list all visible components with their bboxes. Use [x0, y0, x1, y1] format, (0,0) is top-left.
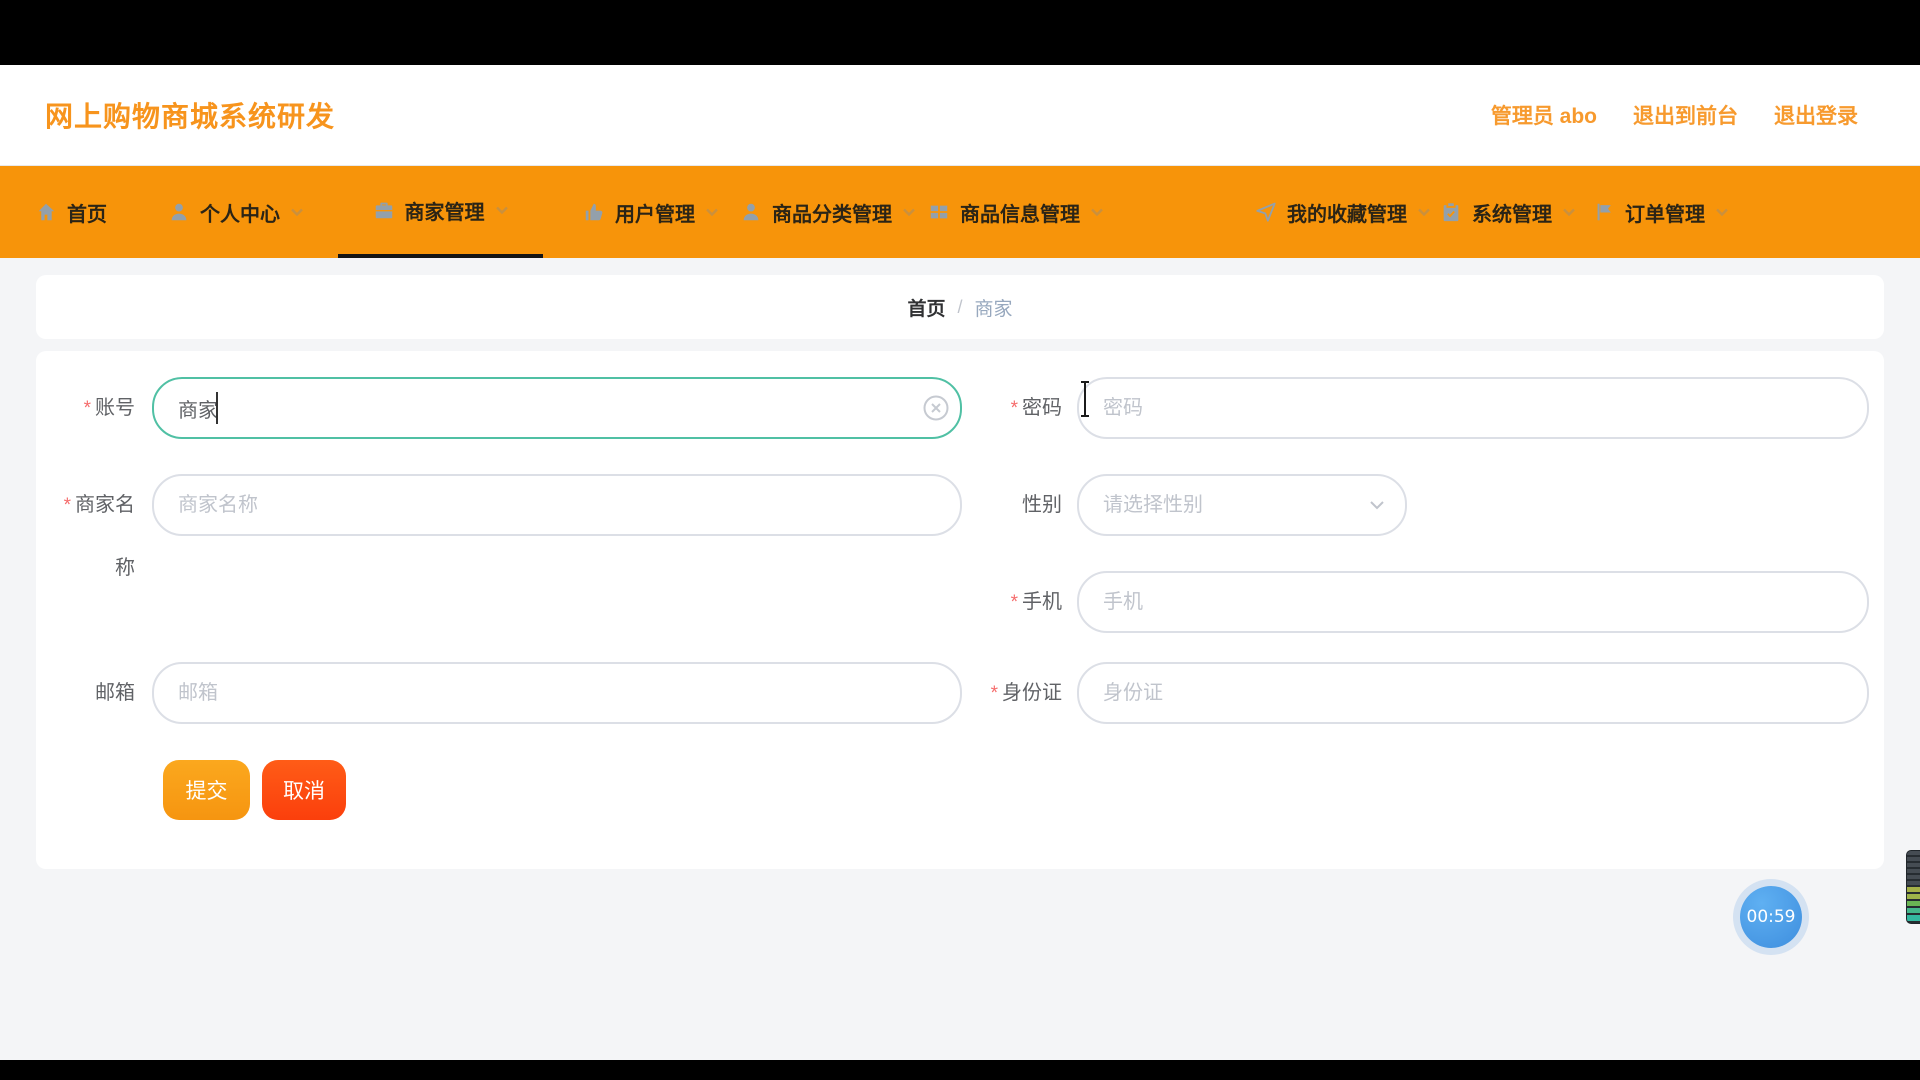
breadcrumb: 首页 / 商家 [36, 275, 1884, 339]
clear-input-icon[interactable] [922, 394, 950, 422]
nav-item-system-management[interactable]: 系统管理 [1440, 166, 1576, 258]
nav-item-merchant-management[interactable]: 商家管理 [338, 166, 543, 258]
grid-icon [928, 201, 950, 223]
merchant-name-label: *商家名称 [49, 474, 135, 599]
nav-item-label: 首页 [67, 198, 107, 227]
briefcase-icon [373, 199, 395, 221]
logout-link[interactable]: 退出登录 [1774, 100, 1858, 130]
text-caret [216, 392, 218, 424]
main-nav: 首页 个人中心 商家管理 用户管理 商品分类管理 商品信息管理 [0, 166, 1920, 258]
nav-item-label: 商家管理 [405, 196, 485, 225]
screen: 网上购物商城系统研发 管理员 abo 退出到前台 退出登录 首页 个人中心 商家… [0, 0, 1920, 1080]
password-input[interactable] [1077, 377, 1869, 439]
nav-item-label: 个人中心 [200, 198, 280, 227]
merchant-name-input[interactable] [152, 474, 962, 536]
nav-item-user-management[interactable]: 用户管理 [583, 166, 719, 258]
email-label: 邮箱 [49, 662, 135, 724]
nav-item-product-category-management[interactable]: 商品分类管理 [740, 166, 916, 258]
nav-item-home[interactable]: 首页 [35, 166, 107, 258]
nav-item-order-management[interactable]: 订单管理 [1593, 166, 1729, 258]
audio-level-meter [1906, 850, 1920, 924]
nav-item-personal-center[interactable]: 个人中心 [168, 166, 304, 258]
recording-timer[interactable]: 00:59 [1740, 886, 1802, 948]
nav-item-label: 我的收藏管理 [1287, 198, 1407, 227]
chevron-down-icon [1090, 205, 1104, 219]
id-card-label: *身份证 [976, 662, 1062, 725]
letterbox-bottom [0, 1060, 1920, 1080]
required-mark: * [1011, 592, 1018, 613]
user-icon [168, 201, 190, 223]
letterbox-top [0, 0, 1920, 65]
required-mark: * [991, 683, 998, 704]
required-mark: * [1011, 398, 1018, 419]
chevron-down-icon [495, 203, 509, 217]
header-links: 管理员 abo 退出到前台 退出登录 [1491, 65, 1858, 165]
nav-item-label: 系统管理 [1472, 198, 1552, 227]
id-card-input[interactable] [1077, 662, 1869, 724]
gender-select[interactable] [1077, 474, 1407, 536]
breadcrumb-current: 商家 [975, 294, 1013, 321]
nav-item-product-info-management[interactable]: 商品信息管理 [928, 166, 1104, 258]
app-header: 网上购物商城系统研发 管理员 abo 退出到前台 退出登录 [0, 65, 1920, 166]
password-label: *密码 [976, 377, 1062, 440]
admin-user-link[interactable]: 管理员 abo [1491, 100, 1597, 130]
app-logo: 网上购物商城系统研发 [45, 65, 335, 165]
breadcrumb-home[interactable]: 首页 [907, 294, 945, 321]
flag-icon [1593, 201, 1615, 223]
nav-item-label: 订单管理 [1625, 198, 1705, 227]
chevron-down-icon [705, 205, 719, 219]
chevron-down-icon [902, 205, 916, 219]
cancel-button[interactable]: 取消 [262, 760, 346, 820]
nav-item-label: 商品信息管理 [960, 198, 1080, 227]
chevron-down-icon [1417, 205, 1431, 219]
phone-label: *手机 [976, 571, 1062, 634]
chevron-down-icon [1715, 205, 1729, 219]
nav-item-favorites-management[interactable]: 我的收藏管理 [1255, 166, 1431, 258]
gender-label: 性别 [976, 474, 1062, 536]
chevron-down-icon [1562, 205, 1576, 219]
phone-input[interactable] [1077, 571, 1869, 633]
nav-item-label: 商品分类管理 [772, 198, 892, 227]
email-input[interactable] [152, 662, 962, 724]
nav-item-label: 用户管理 [615, 198, 695, 227]
required-mark: * [84, 398, 91, 419]
breadcrumb-separator: / [957, 297, 962, 318]
clipboard-icon [1440, 201, 1462, 223]
required-mark: * [64, 495, 71, 516]
account-input[interactable] [152, 377, 962, 439]
chevron-down-icon [290, 205, 304, 219]
exit-to-front-link[interactable]: 退出到前台 [1633, 100, 1738, 130]
home-icon [35, 201, 57, 223]
paper-plane-icon [1255, 201, 1277, 223]
submit-button[interactable]: 提交 [163, 760, 250, 820]
thumbs-up-icon [583, 201, 605, 223]
account-label: *账号 [49, 377, 135, 440]
person-icon [740, 201, 762, 223]
